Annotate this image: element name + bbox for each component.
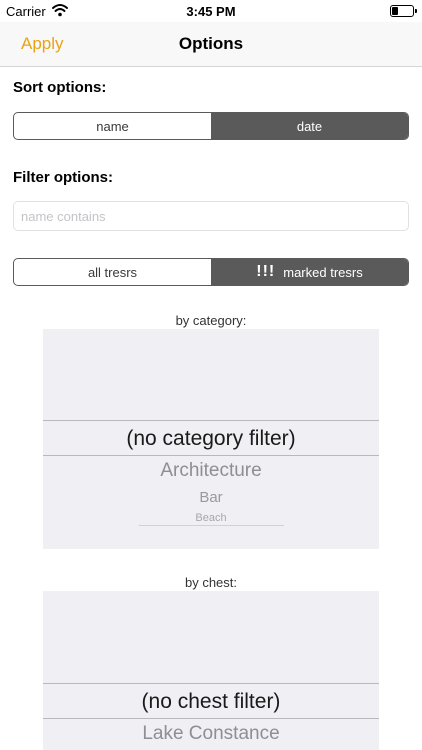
sort-by-date-segment[interactable]: date bbox=[211, 113, 408, 139]
sort-segmented-control: name date bbox=[13, 112, 409, 140]
exclamation-icon: !!! bbox=[256, 263, 276, 280]
chest-picker-selected[interactable]: (no chest filter) bbox=[43, 690, 379, 714]
chest-picker[interactable]: (no chest filter) Lake Constance bbox=[43, 591, 379, 750]
sort-by-name-segment[interactable]: name bbox=[14, 113, 211, 139]
all-tresrs-segment[interactable]: all tresrs bbox=[14, 259, 211, 285]
category-picker-label: by category: bbox=[175, 313, 247, 328]
battery-icon bbox=[390, 5, 417, 17]
filter-options-heading: Filter options: bbox=[13, 169, 113, 186]
navigation-bar: Apply Options bbox=[0, 22, 422, 67]
chest-picker-label: by chest: bbox=[184, 575, 238, 590]
marked-tresrs-label: marked tresrs bbox=[283, 264, 363, 280]
category-picker-item[interactable]: Architecture bbox=[43, 460, 379, 482]
category-picker-item[interactable]: Bar bbox=[43, 489, 379, 506]
marked-tresrs-segment[interactable]: !!! marked tresrs bbox=[211, 259, 408, 285]
picker-fade-item bbox=[139, 525, 284, 526]
category-picker[interactable]: (no category filter) Architecture Bar Be… bbox=[43, 329, 379, 549]
status-bar: Carrier 3:45 PM bbox=[0, 0, 422, 22]
sort-options-heading: Sort options: bbox=[13, 79, 107, 96]
page-title: Options bbox=[178, 34, 244, 53]
name-contains-input[interactable] bbox=[13, 201, 409, 231]
marked-filter-segmented-control: all tresrs !!! marked tresrs bbox=[13, 258, 409, 286]
category-picker-item[interactable]: Beach bbox=[43, 512, 379, 524]
chest-picker-item[interactable]: Lake Constance bbox=[43, 723, 379, 745]
category-picker-selected[interactable]: (no category filter) bbox=[43, 427, 379, 451]
status-time: 3:45 PM bbox=[186, 4, 236, 19]
